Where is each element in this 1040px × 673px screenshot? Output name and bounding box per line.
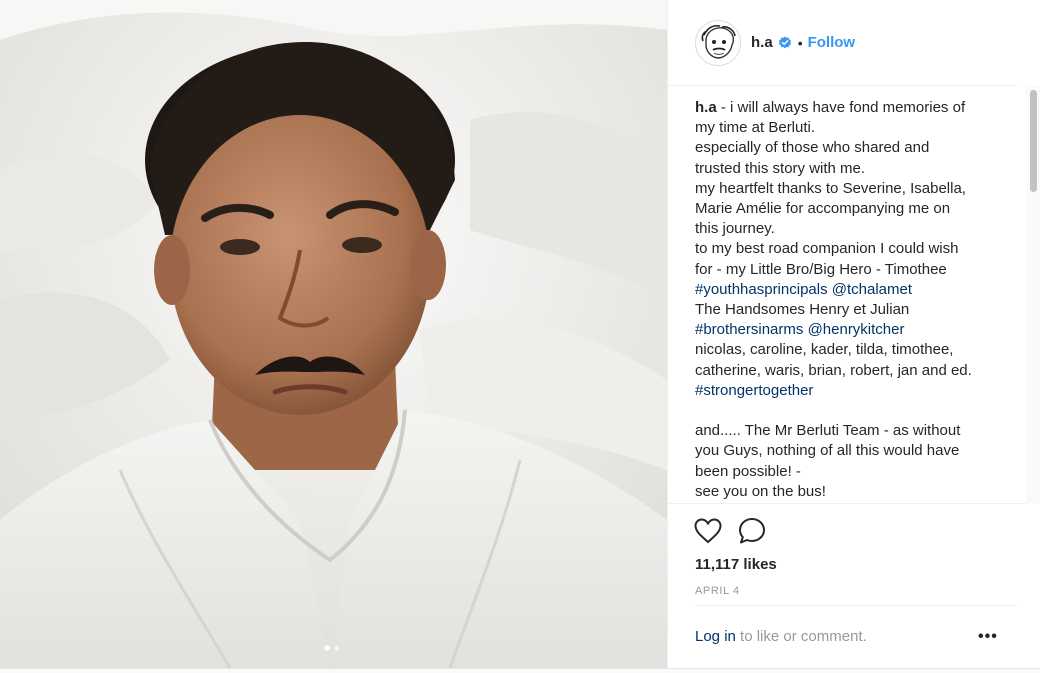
- caption-line: trusted this story with me.: [695, 159, 1017, 179]
- page-bottom-edge: [0, 668, 1040, 673]
- mention-link[interactable]: @tchalamet: [832, 281, 912, 298]
- heart-icon: [694, 518, 722, 544]
- comment-button[interactable]: [737, 516, 767, 546]
- caption-line: The Handsomes Henry et Julian: [695, 300, 1017, 320]
- caption-line: #youthhasprincipals @tchalamet: [695, 280, 1017, 300]
- caption-text: - i will always have fond memories of: [716, 99, 966, 116]
- caption-scroll-area[interactable]: h.a - i will always have fond memories o…: [695, 98, 1017, 502]
- caption-line: this journey.: [695, 219, 1017, 239]
- follow-button[interactable]: Follow: [808, 34, 856, 51]
- carousel-dot[interactable]: [334, 645, 340, 651]
- hashtag-link[interactable]: #youthhasprincipals: [695, 281, 828, 298]
- caption-text: especially of those who shared and: [695, 139, 930, 157]
- caption-text: been possible! -: [695, 462, 801, 480]
- caption-text: to my best road companion I could wish: [695, 240, 959, 258]
- like-button[interactable]: [693, 516, 723, 546]
- caption-text: The Handsomes Henry et Julian: [695, 301, 910, 319]
- scrollbar-thumb[interactable]: [1030, 90, 1037, 192]
- caption-line: been possible! -: [695, 462, 1017, 482]
- post-photo[interactable]: [0, 0, 667, 668]
- caption-text: this journey.: [695, 220, 775, 238]
- caption-text: you Guys, nothing of all this would have: [695, 442, 960, 460]
- caption-text: nicolas, caroline, kader, tilda, timothe…: [695, 341, 954, 359]
- caption-author[interactable]: h.a: [695, 99, 717, 116]
- post-header: h.a • Follow: [668, 0, 1017, 86]
- caption-text: for - my Little Bro/Big Hero - Timothee: [695, 260, 947, 278]
- verified-badge-icon: [778, 36, 792, 50]
- instagram-post: h.a • Follow h.a - i will always have fo…: [0, 0, 1040, 668]
- hashtag-link[interactable]: #strongertogether: [695, 382, 813, 399]
- selfie-illustration: [0, 0, 667, 668]
- avatar[interactable]: [695, 19, 741, 66]
- caption-line: catherine, waris, brian, robert, jan and…: [695, 361, 1017, 381]
- carousel-dot-active[interactable]: [324, 645, 330, 651]
- carousel-dots[interactable]: [324, 645, 340, 651]
- post-side-panel: h.a • Follow h.a - i will always have fo…: [667, 0, 1040, 668]
- caption-line: especially of those who shared and: [695, 138, 1017, 158]
- caption-line: you Guys, nothing of all this would have: [695, 441, 1017, 461]
- caption-line: h.a - i will always have fond memories o…: [695, 98, 1017, 118]
- divider: [668, 503, 1040, 504]
- caption-line: my time at Berluti.: [695, 118, 1017, 138]
- caption-line: nicolas, caroline, kader, tilda, timothe…: [695, 340, 1017, 360]
- header-separator: •: [797, 34, 803, 51]
- post-actions: [693, 516, 767, 546]
- caption-line: see you on the bus!: [695, 482, 1017, 502]
- divider: [695, 605, 1017, 606]
- caption-text: trusted this story with me.: [695, 159, 866, 177]
- mention-link[interactable]: @henrykitcher: [808, 321, 905, 338]
- caption-line: my heartfelt thanks to Severine, Isabell…: [695, 179, 1017, 199]
- caption-text: Marie Amélie for accompanying me on: [695, 200, 951, 218]
- caption-text: catherine, waris, brian, robert, jan and…: [695, 361, 972, 379]
- caption-text: and..... The Mr Berluti Team - as withou…: [695, 422, 961, 440]
- comment-icon: [739, 518, 765, 544]
- post-caption: h.a - i will always have fond memories o…: [695, 98, 1017, 502]
- login-prompt-text: to like or comment.: [735, 628, 867, 645]
- likes-count[interactable]: 11,117 likes: [695, 556, 777, 573]
- caption-line: for - my Little Bro/Big Hero - Timothee: [695, 260, 1017, 280]
- caption-line: and..... The Mr Berluti Team - as withou…: [695, 421, 1017, 441]
- caption-line: #strongertogether: [695, 381, 1017, 401]
- post-date[interactable]: APRIL 4: [695, 585, 740, 597]
- caption-scrollbar[interactable]: [1026, 86, 1040, 504]
- login-prompt: Log in to like or comment.: [695, 628, 867, 645]
- more-options-button[interactable]: •••: [978, 628, 998, 646]
- caption-line: #brothersinarms @henrykitcher: [695, 320, 1017, 340]
- caption-line: to my best road companion I could wish: [695, 239, 1017, 259]
- caption-text: see you on the bus!: [695, 482, 826, 500]
- hashtag-link[interactable]: #brothersinarms: [695, 321, 803, 338]
- header-username[interactable]: h.a: [751, 34, 773, 51]
- caption-text: my heartfelt thanks to Severine, Isabell…: [695, 179, 966, 197]
- caption-text: my time at Berluti.: [695, 119, 816, 137]
- caption-line: [695, 401, 1017, 421]
- avatar-sketch-icon: [696, 20, 740, 65]
- login-link[interactable]: Log in: [695, 628, 736, 645]
- caption-line: Marie Amélie for accompanying me on: [695, 199, 1017, 219]
